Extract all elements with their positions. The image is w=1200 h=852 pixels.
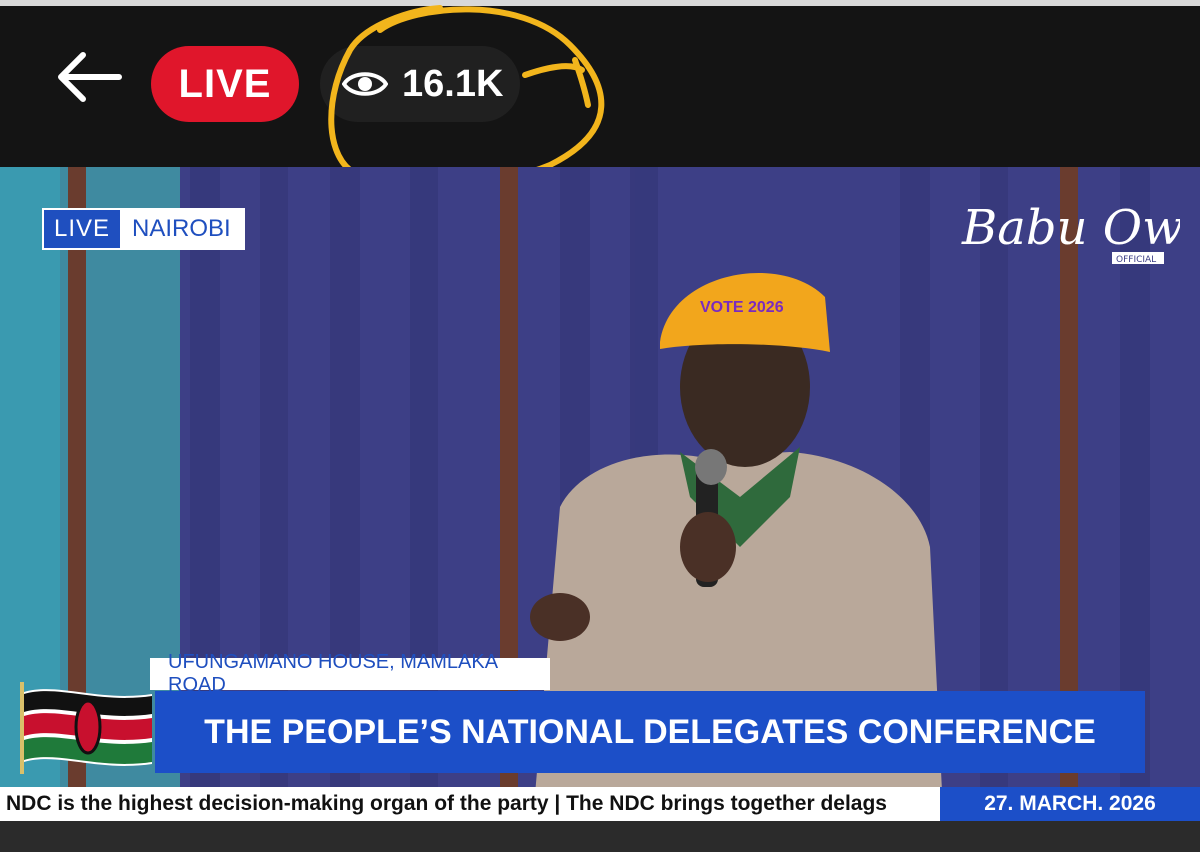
kenya-flag-icon [20,682,152,774]
live-tag: LIVE [44,210,121,248]
svg-text:VOTE 2026: VOTE 2026 [700,299,784,316]
headline-text: THE PEOPLE’S NATIONAL DELEGATES CONFEREN… [204,712,1096,751]
top-bar: LIVE 16.1K [0,0,1200,190]
svg-text:OFFICIAL: OFFICIAL [1116,255,1156,265]
live-location-tag: LIVE NAIROBI [42,208,245,250]
city-label: NAIROBI [120,210,243,248]
live-label: LIVE [178,61,272,106]
viewer-count-badge[interactable]: 16.1K [320,46,520,122]
channel-logo: Babu Owino OFFICIAL [960,182,1200,272]
viewer-count: 16.1K [402,62,504,105]
location-strip: UFUNGAMANO HOUSE, MAMLAKA ROAD [150,651,550,696]
arrow-left-icon [58,52,122,102]
svg-text:Babu Owino: Babu Owino [961,200,1180,256]
back-button[interactable] [48,42,128,112]
bottom-strip [0,821,1200,852]
news-ticker: NDC is the highest decision-making organ… [0,787,1200,821]
top-edge [0,0,1200,6]
live-badge: LIVE [151,46,299,122]
ticker-text: NDC is the highest decision-making organ… [0,787,940,821]
broadcast-date: 27. MARCH. 2026 [940,787,1200,821]
headline-banner: THE PEOPLE’S NATIONAL DELEGATES CONFEREN… [155,691,1145,773]
video-frame[interactable]: VOTE 2026 LIVE NAIROBI Babu Owino OFFICI… [0,167,1200,852]
eye-icon [342,72,388,96]
